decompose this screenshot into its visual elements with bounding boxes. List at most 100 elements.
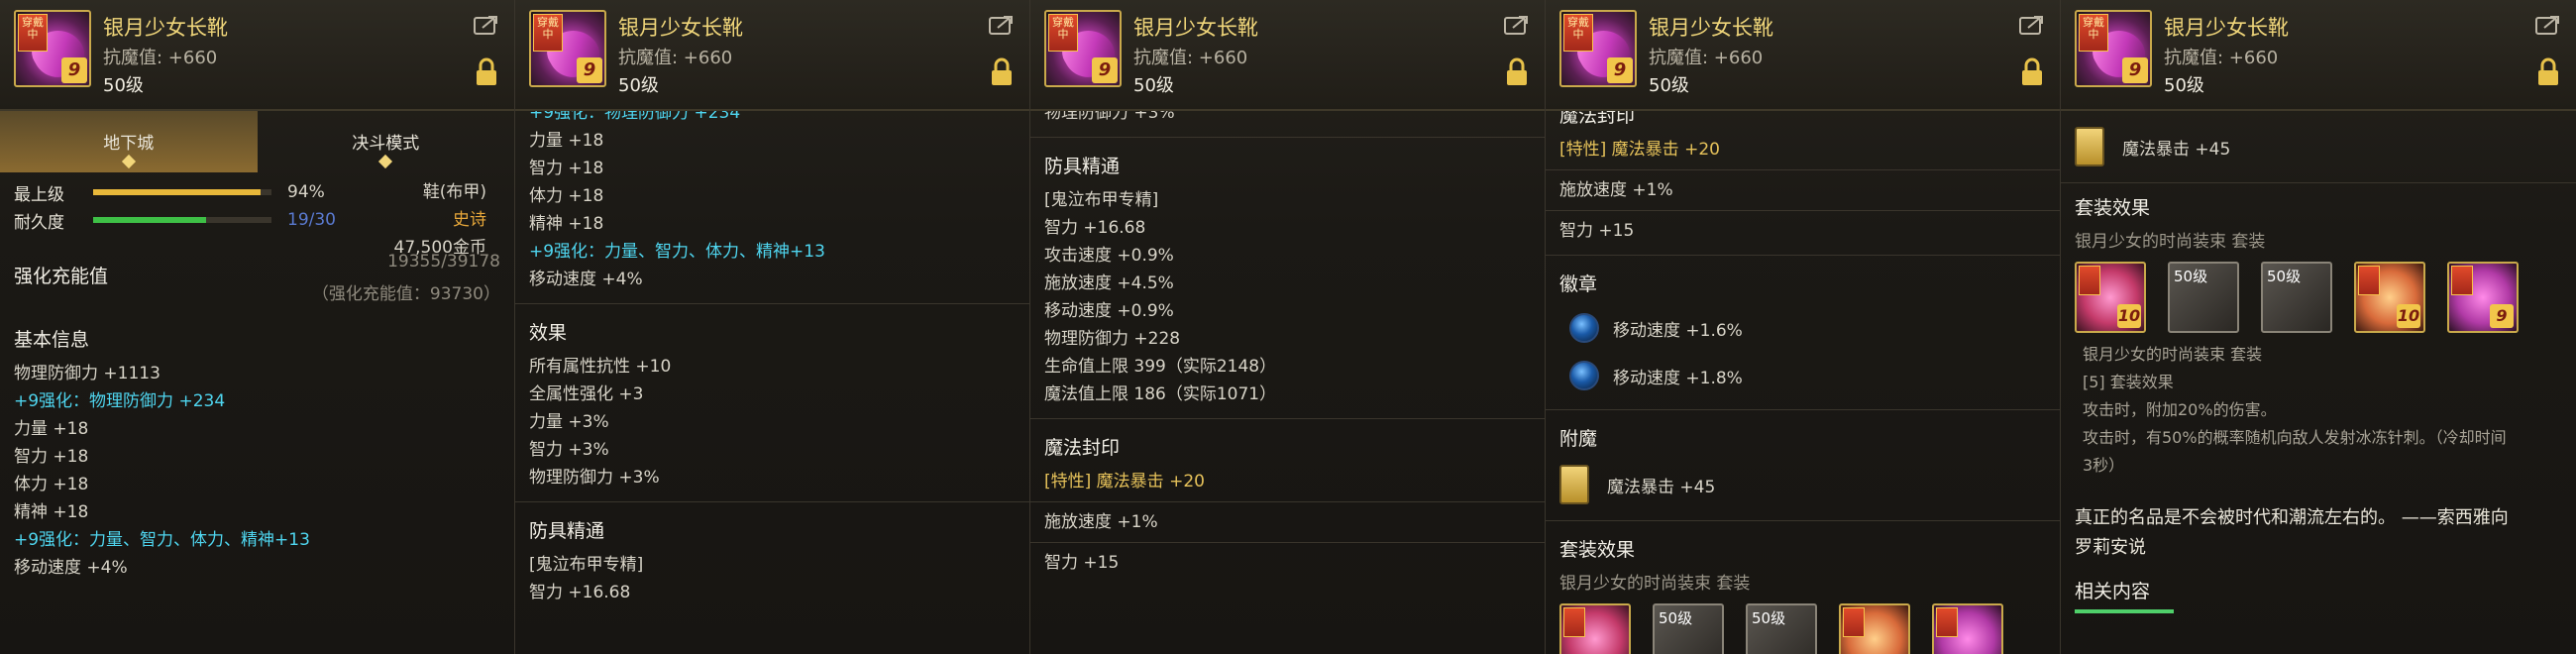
share-icon[interactable] xyxy=(1503,14,1531,36)
enchant-title: 附魔 xyxy=(1559,428,1598,450)
effect-row: 智力 +3% xyxy=(529,440,609,460)
durability-bar xyxy=(93,217,271,223)
charge-value: 19355/39178 xyxy=(387,252,500,272)
set-item-icon[interactable]: 50级 xyxy=(2261,262,2332,333)
emblem-title: 徽章 xyxy=(1559,273,1598,295)
stat-row: 智力 +18 xyxy=(14,447,89,467)
share-icon[interactable] xyxy=(2534,14,2562,36)
set-name: 银月少女的时尚装束 套装 xyxy=(1559,574,1751,594)
item-level: 50级 xyxy=(2164,75,2204,96)
item-level: 50级 xyxy=(103,75,144,96)
enchant-row: 魔法暴击 +45 xyxy=(1559,459,2046,510)
enchant-card-icon xyxy=(2075,127,2104,166)
set-detail-row: 攻击时，有50%的概率随机向敌人发射冰冻针刺。（冷却时间 xyxy=(2083,428,2507,447)
effect-row: 力量 +3% xyxy=(529,412,609,432)
item-type: 鞋(布甲) xyxy=(422,182,486,202)
upgrade-level-badge: 9 xyxy=(61,57,87,83)
item-header: 穿戴中 9 银月少女长靴 抗魔值: +660 50级 xyxy=(1030,0,1545,111)
equipped-badge: 穿戴中 xyxy=(18,14,48,52)
lock-icon[interactable] xyxy=(2020,57,2044,87)
related-underline xyxy=(2075,609,2174,613)
tab-label: 决斗模式 xyxy=(352,134,420,154)
stat-row: 体力 +18 xyxy=(14,475,89,494)
divider xyxy=(1546,409,2060,410)
effect-row: 所有属性抗性 +10 xyxy=(529,357,672,377)
item-icon: 穿戴中 9 xyxy=(1044,10,1122,87)
divider xyxy=(1030,542,1545,543)
effect-title: 效果 xyxy=(529,322,568,344)
emblem-row: 移动速度 +1.8% xyxy=(1559,352,2046,399)
set-item-icon[interactable] xyxy=(1839,603,1910,654)
item-details: +9强化：物理防御力 +234 力量 +18 智力 +18 体力 +18 精神 … xyxy=(515,111,1029,654)
enchant-text: 魔法暴击 +45 xyxy=(1607,477,1716,497)
lock-icon[interactable] xyxy=(990,57,1014,87)
stat-row: 体力 +18 xyxy=(529,186,604,206)
item-icon: 穿戴中 9 xyxy=(2075,10,2152,87)
item-main-stat: 抗魔值: +660 xyxy=(2164,48,2279,68)
mastery-row: [鬼泣布甲专精] xyxy=(529,555,644,575)
divider xyxy=(1546,169,2060,170)
divider xyxy=(1546,255,2060,256)
item-main-stat: 抗魔值: +660 xyxy=(1649,48,1764,68)
share-icon[interactable] xyxy=(473,14,500,36)
charge-sub: （强化充能值：93730） xyxy=(311,284,500,304)
set-item-upgrade: 9 xyxy=(2490,304,2514,328)
set-item-icon[interactable]: 50级 xyxy=(1653,603,1724,654)
item-level: 50级 xyxy=(1649,75,1689,96)
mastery-row: [鬼泣布甲专精] xyxy=(1044,190,1159,210)
mastery-row: 攻击速度 +0.9% xyxy=(1044,246,1174,266)
basic-info-title: 基本信息 xyxy=(14,329,90,351)
set-detail-row: 攻击时，附加20%的伤害。 xyxy=(2083,400,2277,419)
item-details: 魔法封印 [特性] 魔法暴击 +20 施放速度 +1% 智力 +15 徽章 移动… xyxy=(1546,111,2060,654)
equipped-tag-icon xyxy=(2451,266,2473,295)
set-item-icon[interactable]: 50级 xyxy=(1746,603,1817,654)
stat-row-partial: +9强化：物理防御力 +234 xyxy=(529,111,741,123)
lock-icon[interactable] xyxy=(2536,57,2560,87)
seal-row: [特性] 魔法暴击 +20 xyxy=(1559,140,1720,160)
item-main-stat: 抗魔值: +660 xyxy=(1133,48,1248,68)
set-item-icon[interactable]: 10 xyxy=(2075,262,2146,333)
share-icon[interactable] xyxy=(2018,14,2046,36)
effect-row: 物理防御力 +3% xyxy=(529,468,660,488)
item-tooltip-panel-5: 穿戴中 9 银月少女长靴 抗魔值: +660 50级 魔法暴击 +45 套装效果… xyxy=(2061,0,2576,654)
lock-icon[interactable] xyxy=(475,57,498,87)
grade-value: 94% xyxy=(287,182,325,202)
item-header: 穿戴中 9 银月少女长靴 抗魔值: +660 50级 xyxy=(1546,0,2060,111)
mastery-row: 智力 +16.68 xyxy=(1044,218,1146,238)
flavor-line: 罗莉安说 xyxy=(2075,537,2146,558)
set-items: 10 50级 50级 10 9 xyxy=(2075,262,2562,333)
divider xyxy=(1030,501,1545,502)
share-icon[interactable] xyxy=(988,14,1016,36)
lock-icon[interactable] xyxy=(1505,57,1529,87)
seal-row: 智力 +15 xyxy=(1559,221,1635,241)
stat-row: +9强化：力量、智力、体力、精神+13 xyxy=(14,530,310,550)
set-name: 银月少女的时尚装束 套装 xyxy=(2075,232,2266,252)
durability-bar-fill xyxy=(93,217,206,223)
item-icon: 穿戴中 9 xyxy=(1559,10,1637,87)
set-detail-row: 银月少女的时尚装束 套装 xyxy=(2083,345,2263,364)
item-details: 物理防御力 +3% 防具精通 [鬼泣布甲专精] 智力 +16.68 攻击速度 +… xyxy=(1030,111,1545,654)
mode-tabs: 地下城 决斗模式 xyxy=(0,111,514,172)
set-item-level: 50级 xyxy=(1659,609,1693,627)
enchant-text: 魔法暴击 +45 xyxy=(2122,139,2231,160)
tab-pvp[interactable]: 决斗模式 xyxy=(258,111,515,172)
durability-label: 耐久度 xyxy=(14,212,64,233)
mastery-title: 防具精通 xyxy=(1044,156,1121,177)
set-item-icon[interactable]: 50级 xyxy=(2168,262,2239,333)
tab-dungeon[interactable]: 地下城 xyxy=(0,111,258,172)
basic-info-list: 物理防御力 +1113 +9强化：物理防御力 +234 力量 +18 智力 +1… xyxy=(14,360,500,582)
stat-row: 精神 +18 xyxy=(529,214,604,234)
durability-value: 19/30 xyxy=(287,210,336,230)
set-item-icon[interactable] xyxy=(1932,603,2003,654)
set-item-level: 50级 xyxy=(2267,268,2302,285)
set-item-icon[interactable] xyxy=(1559,603,1631,654)
set-item-icon[interactable]: 10 xyxy=(2354,262,2425,333)
stat-row: 精神 +18 xyxy=(14,502,89,522)
item-header: 穿戴中 9 银月少女长靴 抗魔值: +660 50级 xyxy=(515,0,1029,111)
item-name: 银月少女长靴 xyxy=(1133,16,1258,40)
divider xyxy=(1030,418,1545,419)
divider xyxy=(1546,210,2060,211)
seal-title: 魔法封印 xyxy=(1559,111,1636,127)
set-item-icon[interactable]: 9 xyxy=(2447,262,2519,333)
related-content-title[interactable]: 相关内容 xyxy=(2075,577,2562,603)
